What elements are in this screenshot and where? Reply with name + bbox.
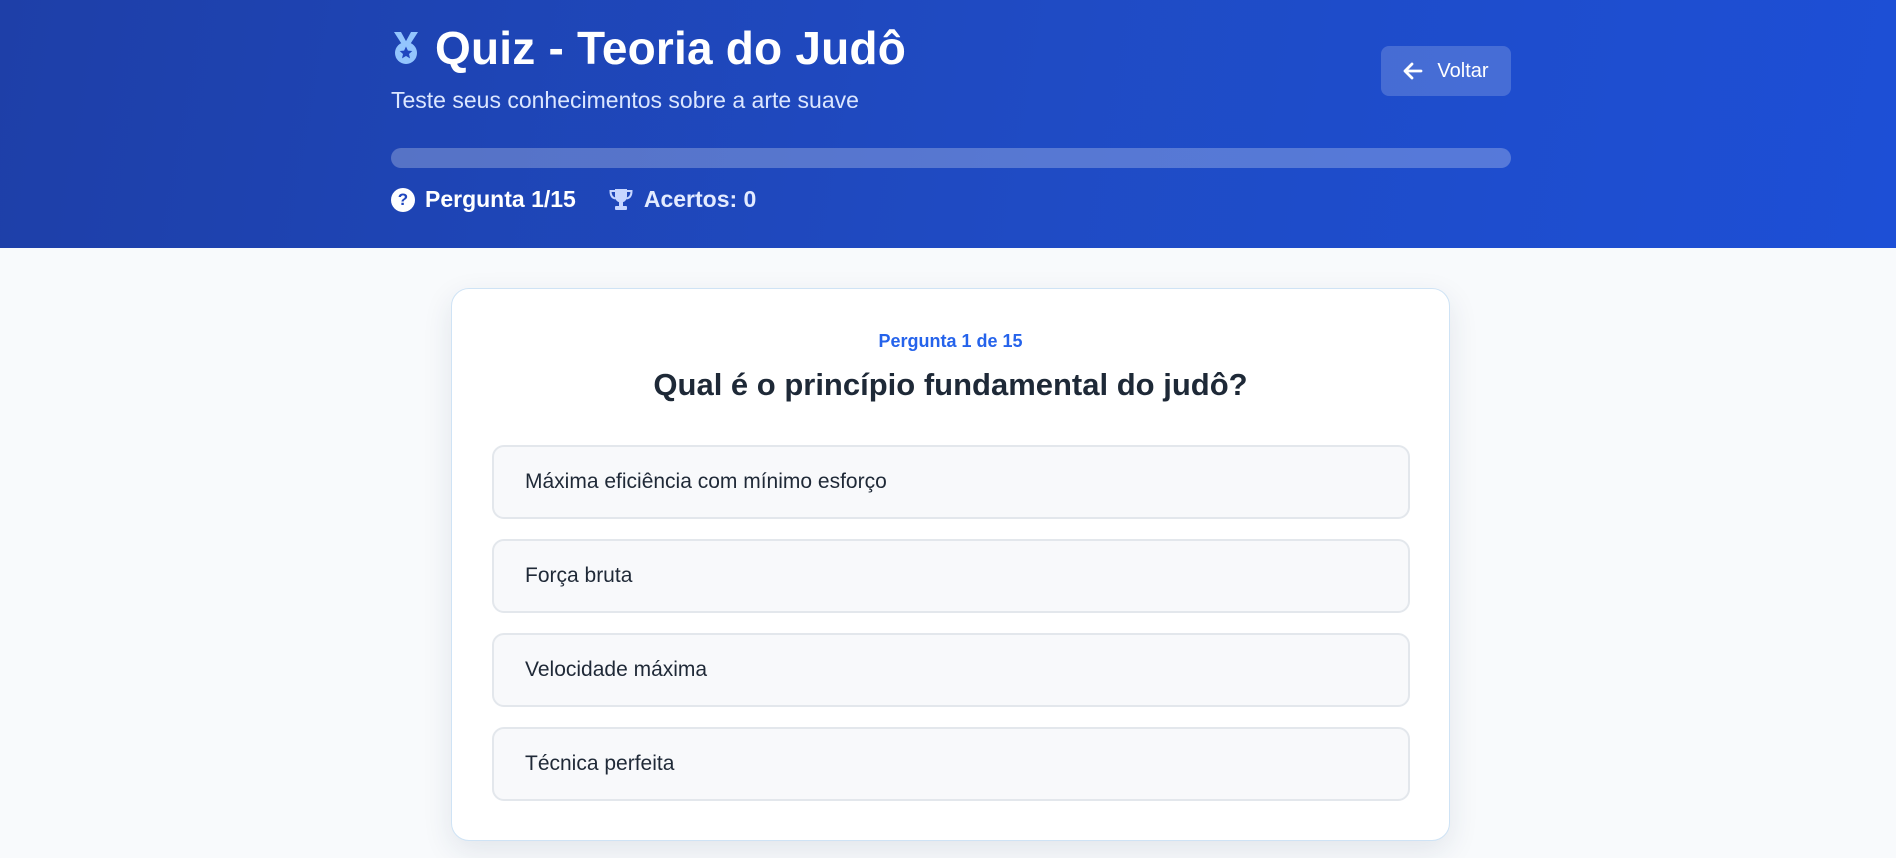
trophy-icon <box>608 188 634 212</box>
question-card: Pergunta 1 de 15 Qual é o princípio fund… <box>451 288 1450 841</box>
answer-option[interactable]: Velocidade máxima <box>492 633 1410 707</box>
page-subtitle: Teste seus conhecimentos sobre a arte su… <box>391 87 859 113</box>
medal-icon <box>391 31 421 65</box>
answer-options: Máxima eficiência com mínimo esforço For… <box>492 445 1410 821</box>
quiz-stats: ? Pergunta 1/15 Acertos: 0 <box>391 186 756 213</box>
answer-option[interactable]: Técnica perfeita <box>492 727 1410 801</box>
page-title: Quiz - Teoria do Judô <box>435 22 907 74</box>
quiz-progress-bar <box>391 148 1511 168</box>
question-text: Qual é o princípio fundamental do judô? <box>653 367 1248 402</box>
answer-option[interactable]: Máxima eficiência com mínimo esforço <box>492 445 1410 519</box>
score-stat-label: Acertos: 0 <box>643 186 757 212</box>
title-row: Quiz - Teoria do Judô <box>391 20 906 76</box>
header-content: Quiz - Teoria do Judô Teste seus conheci… <box>391 0 1511 248</box>
back-button[interactable]: Voltar <box>1381 46 1511 96</box>
question-stat: ? Pergunta 1/15 <box>391 186 576 213</box>
arrow-left-icon <box>1403 62 1423 80</box>
question-stat-label: Pergunta 1/15 <box>425 186 576 212</box>
score-stat: Acertos: 0 <box>608 186 756 213</box>
back-button-label: Voltar <box>1437 59 1489 82</box>
answer-option[interactable]: Força bruta <box>492 539 1410 613</box>
question-counter: Pergunta 1 de 15 <box>878 331 1023 351</box>
quiz-header: Quiz - Teoria do Judô Teste seus conheci… <box>0 0 1896 248</box>
question-circle-icon: ? <box>391 187 415 212</box>
